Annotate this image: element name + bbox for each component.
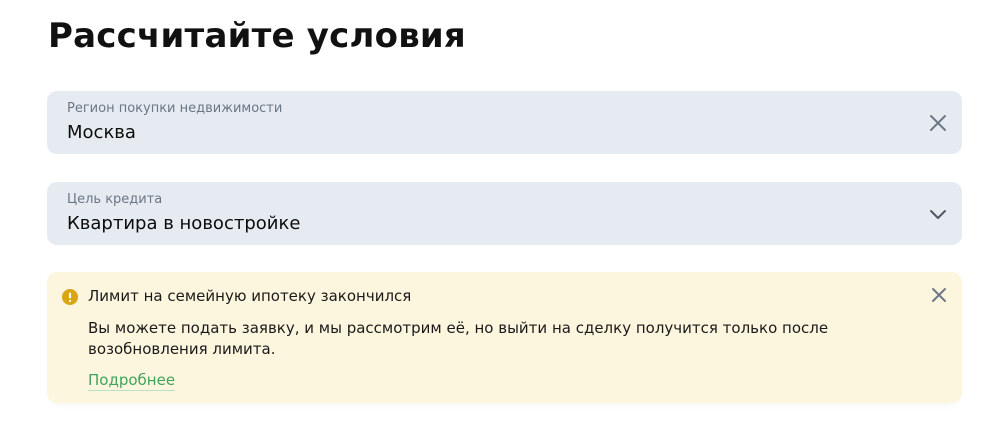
loan-goal-value[interactable]: Квартира в новостройке xyxy=(67,213,300,234)
more-info-link[interactable]: Подробнее xyxy=(88,371,176,391)
warning-icon xyxy=(62,289,78,305)
alert-message: Вы можете подать заявку, и мы рассмотрим… xyxy=(88,319,829,358)
region-field-label: Регион покупки недвижимости xyxy=(67,101,283,116)
loan-goal-label: Цель кредита xyxy=(67,192,163,207)
page-title: Рассчитайте условия xyxy=(48,16,466,56)
alert-title: Лимит на семейную ипотеку закончился xyxy=(88,287,412,305)
chevron-down-icon[interactable] xyxy=(926,202,950,226)
close-alert-icon[interactable] xyxy=(929,285,949,305)
clear-region-icon[interactable] xyxy=(926,111,950,135)
region-field[interactable]: Регион покупки недвижимости Москва xyxy=(47,91,962,154)
limit-alert: Лимит на семейную ипотеку закончился Вы … xyxy=(47,272,962,403)
loan-goal-select[interactable]: Цель кредита Квартира в новостройке xyxy=(47,182,962,245)
mortgage-calculator-page: Рассчитайте условия Регион покупки недви… xyxy=(0,0,1000,431)
region-field-value[interactable]: Москва xyxy=(67,122,136,143)
